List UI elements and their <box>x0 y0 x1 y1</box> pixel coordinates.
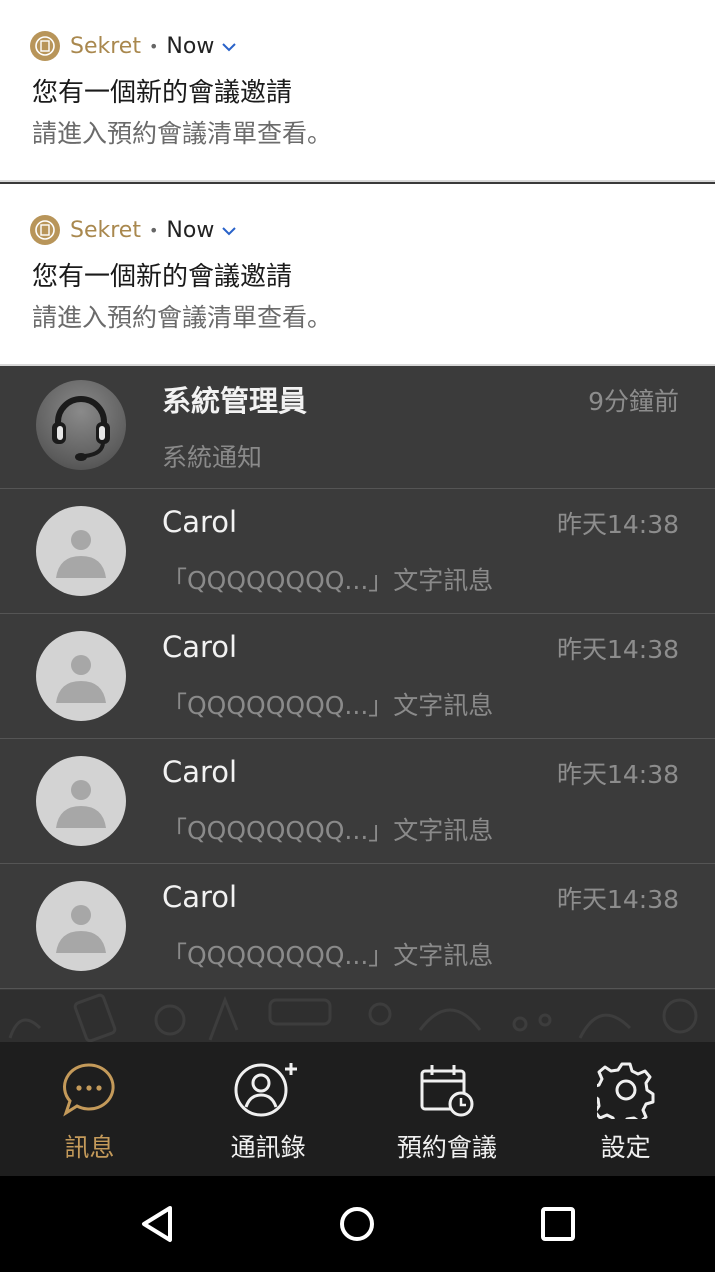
notification-card[interactable]: Sekret • Now 您有一個新的會議邀請 請進入預約會議清單查看。 <box>0 0 715 182</box>
chat-name: Carol <box>162 755 238 789</box>
notification-body: 請進入預約會議清單查看。 <box>32 119 333 148</box>
separator-dot: • <box>148 36 159 56</box>
chat-preview: 「QQQQQQQQ...」文字訊息 <box>162 941 494 970</box>
sekret-app-icon <box>30 31 60 61</box>
expand-chevron-icon[interactable] <box>222 37 237 56</box>
person-icon <box>36 506 126 596</box>
background-pattern <box>0 990 715 1042</box>
chat-time: 昨天14:38 <box>556 885 679 914</box>
chat-time: 昨天14:38 <box>556 635 679 664</box>
chat-name: 系統管理員 <box>162 384 308 418</box>
notification-time: Now <box>166 33 215 59</box>
tab-label: 預約會議 <box>396 1133 497 1162</box>
notification-title: 您有一個新的會議邀請 <box>32 262 293 292</box>
separator-dot: • <box>148 220 159 240</box>
app-name: Sekret <box>70 33 141 59</box>
chat-list: 系統管理員 系統通知 9分鐘前 Carol 「QQQQQQQQ...」文字訊息 … <box>0 366 715 989</box>
tab-label: 通訊錄 <box>230 1133 306 1162</box>
person-icon <box>36 881 126 971</box>
system-navigation-bar <box>0 1176 715 1272</box>
expand-chevron-icon[interactable] <box>222 221 237 240</box>
chat-bubble-icon <box>60 1060 118 1120</box>
sekret-app-icon <box>30 215 60 245</box>
tab-meetings[interactable]: 預約會議 <box>358 1042 537 1176</box>
tab-label: 設定 <box>600 1133 651 1162</box>
chat-row[interactable]: Carol 「QQQQQQQQ...」文字訊息 昨天14:38 <box>0 614 715 739</box>
notification-body: 請進入預約會議清單查看。 <box>32 303 333 332</box>
chat-row[interactable]: 系統管理員 系統通知 9分鐘前 <box>0 366 715 489</box>
notification-header: Sekret • Now <box>30 30 237 62</box>
person-icon <box>36 756 126 846</box>
chat-row[interactable]: Carol 「QQQQQQQQ...」文字訊息 昨天14:38 <box>0 864 715 989</box>
notification-time: Now <box>166 217 215 243</box>
chat-preview: 系統通知 <box>162 443 263 472</box>
gear-icon <box>596 1060 655 1120</box>
person-icon <box>36 631 126 721</box>
chat-time: 9分鐘前 <box>588 387 679 416</box>
calendar-clock-icon <box>417 1060 477 1120</box>
chat-row[interactable]: Carol 「QQQQQQQQ...」文字訊息 昨天14:38 <box>0 489 715 614</box>
chat-row[interactable]: Carol 「QQQQQQQQ...」文字訊息 昨天14:38 <box>0 739 715 864</box>
notification-header: Sekret • Now <box>30 214 237 246</box>
bottom-tab-bar: 訊息 通訊錄 預約會議 設定 <box>0 1042 715 1176</box>
tab-contacts[interactable]: 通訊錄 <box>179 1042 358 1176</box>
chat-preview: 「QQQQQQQQ...」文字訊息 <box>162 816 494 845</box>
headset-icon <box>36 380 126 470</box>
recent-apps-icon[interactable] <box>532 1198 584 1250</box>
notification-card[interactable]: Sekret • Now 您有一個新的會議邀請 請進入預約會議清單查看。 <box>0 184 715 366</box>
app-name: Sekret <box>70 217 141 243</box>
tab-settings[interactable]: 設定 <box>536 1042 715 1176</box>
notification-title: 您有一個新的會議邀請 <box>32 78 293 108</box>
chat-name: Carol <box>162 505 238 539</box>
chat-preview: 「QQQQQQQQ...」文字訊息 <box>162 566 494 595</box>
add-contact-icon <box>233 1060 303 1120</box>
tab-label: 訊息 <box>64 1133 115 1162</box>
tab-messages[interactable]: 訊息 <box>0 1042 179 1176</box>
home-icon[interactable] <box>331 1198 383 1250</box>
chat-name: Carol <box>162 880 238 914</box>
chat-name: Carol <box>162 630 238 664</box>
chat-time: 昨天14:38 <box>556 510 679 539</box>
chat-time: 昨天14:38 <box>556 760 679 789</box>
chat-preview: 「QQQQQQQQ...」文字訊息 <box>162 691 494 720</box>
back-icon[interactable] <box>132 1198 184 1250</box>
